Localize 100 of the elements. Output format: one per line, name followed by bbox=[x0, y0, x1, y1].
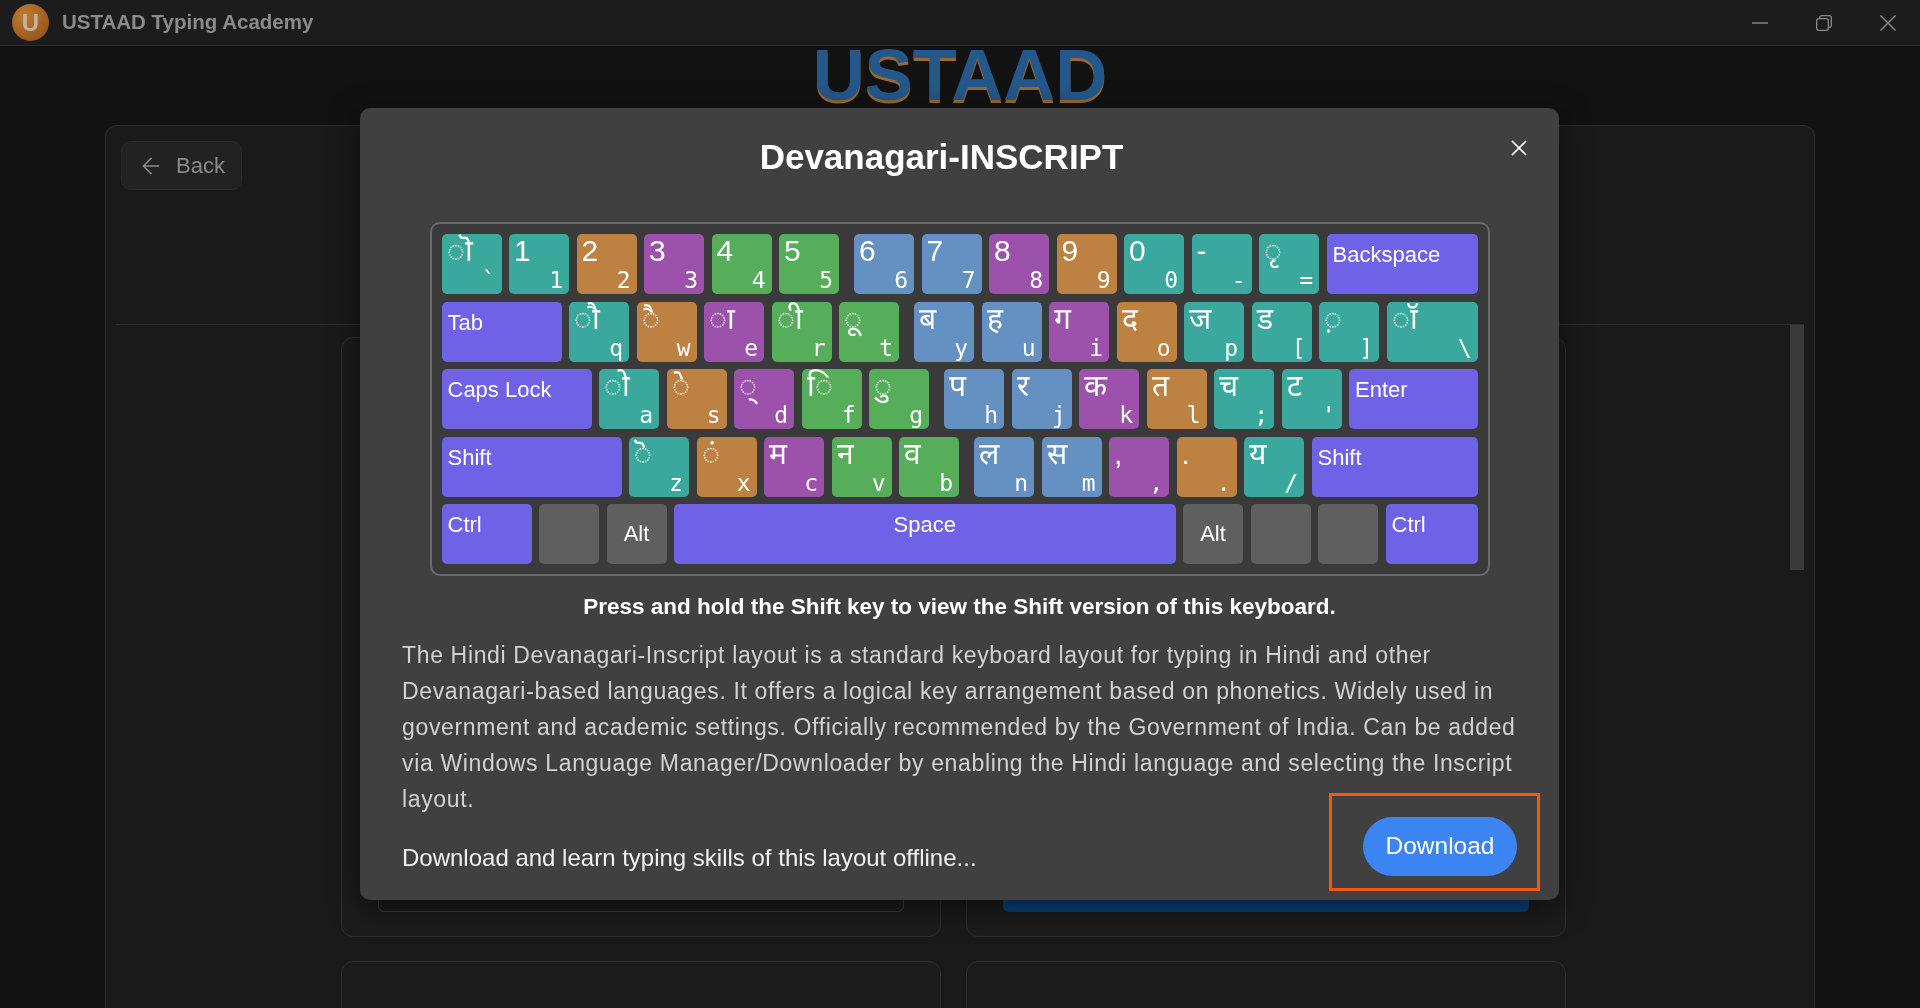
minimize-icon bbox=[1752, 21, 1768, 24]
key-label: Alt bbox=[1200, 521, 1226, 547]
key-glyph: ट bbox=[1286, 369, 1302, 403]
key-label: Enter bbox=[1355, 377, 1408, 403]
key-glyph: 8 bbox=[994, 234, 1011, 268]
key-letter: = bbox=[1299, 268, 1313, 292]
key-label: Tab bbox=[447, 309, 483, 336]
key-glyph: प bbox=[949, 369, 966, 403]
app-logo: U bbox=[12, 4, 49, 41]
key-letter: / bbox=[1284, 470, 1298, 495]
key-glyph: ◌ू bbox=[844, 301, 862, 336]
action-button[interactable] bbox=[1002, 900, 1529, 912]
key-glyph: ◌ु bbox=[874, 369, 892, 403]
key-letter: h bbox=[984, 403, 998, 427]
download-button[interactable]: Download bbox=[1363, 817, 1517, 876]
key-glyph: ◌े bbox=[671, 369, 690, 403]
key-glyph: न bbox=[836, 436, 854, 471]
key-letter: 3 bbox=[684, 268, 698, 292]
key-letter: 8 bbox=[1029, 268, 1043, 292]
key-letter: n bbox=[1014, 470, 1028, 495]
key-letter: y bbox=[954, 335, 968, 360]
key-glyph: 9 bbox=[1061, 234, 1079, 268]
key-letter: 2 bbox=[616, 268, 631, 292]
key-letter: v bbox=[871, 470, 886, 495]
key-glyph: ◌ा bbox=[709, 301, 735, 336]
key-letter: f bbox=[841, 403, 856, 427]
key-glyph: द bbox=[1121, 301, 1138, 336]
key-glyph: ◌ि bbox=[806, 369, 833, 403]
key-letter: l bbox=[1186, 403, 1201, 427]
key-letter: a bbox=[639, 403, 653, 427]
close-icon bbox=[1880, 14, 1896, 31]
key-letter: q bbox=[609, 335, 623, 360]
key-letter: m bbox=[1081, 470, 1096, 495]
key-glyph: 6 bbox=[859, 234, 876, 268]
brand-logo: USTAAD bbox=[812, 46, 1108, 104]
key-letter: 4 bbox=[751, 268, 766, 292]
key-letter: p bbox=[1224, 335, 1238, 360]
key-letter: [ bbox=[1291, 335, 1306, 360]
key-glyph: ज bbox=[1189, 301, 1211, 336]
key-letter: o bbox=[1156, 335, 1171, 360]
key-letter: b bbox=[939, 470, 953, 495]
key-label: Ctrl bbox=[447, 512, 482, 538]
key-letter: 1 bbox=[549, 268, 563, 292]
key-glyph: ◌ो bbox=[604, 369, 630, 403]
key-label: Space bbox=[893, 512, 956, 538]
key-glyph: 2 bbox=[581, 234, 599, 268]
key-glyph: स bbox=[1046, 436, 1067, 471]
key-label: Backspace bbox=[1332, 242, 1441, 268]
key-glyph: ◌ं bbox=[701, 436, 720, 471]
key-letter: z bbox=[669, 470, 683, 495]
key-glyph: , bbox=[1114, 436, 1123, 471]
key-glyph: ग bbox=[1054, 301, 1071, 336]
key-glyph: ◌ी bbox=[776, 301, 803, 336]
key-letter: 9 bbox=[1096, 268, 1111, 292]
key-glyph: ◌ौ bbox=[574, 301, 600, 336]
key-glyph: म bbox=[769, 436, 787, 471]
key-glyph: ◌ॆ bbox=[634, 436, 652, 471]
key-letter: g bbox=[909, 403, 923, 427]
key-label: Caps Lock bbox=[447, 377, 552, 403]
key-letter: - bbox=[1231, 268, 1246, 292]
key-letter: j bbox=[1051, 403, 1066, 427]
key-glyph: य bbox=[1249, 436, 1266, 471]
key-letter: u bbox=[1021, 335, 1036, 360]
offline-note: Download and learn typing skills of this layout offline... bbox=[402, 843, 977, 873]
key-glyph: 5 bbox=[784, 234, 801, 268]
key-glyph: 3 bbox=[649, 234, 666, 268]
key-letter: ' bbox=[1321, 403, 1336, 427]
key-letter: c bbox=[804, 470, 818, 495]
key-letter: 5 bbox=[819, 268, 833, 292]
key-letter: s bbox=[706, 403, 721, 427]
key-glyph: च bbox=[1219, 369, 1238, 403]
key-glyph: त bbox=[1151, 369, 1169, 403]
key-glyph: ◌ॉ bbox=[1391, 301, 1418, 336]
key-letter: i bbox=[1089, 335, 1103, 360]
window-title: USTAAD Typing Academy bbox=[62, 9, 314, 36]
key-glyph: ल bbox=[979, 436, 999, 471]
key-letter: 7 bbox=[961, 268, 976, 292]
key-glyph: 4 bbox=[716, 234, 734, 268]
key-glyph: र bbox=[1016, 369, 1029, 403]
key-letter: t bbox=[879, 335, 893, 360]
key-glyph: ◌़ bbox=[1324, 301, 1342, 336]
key-glyph: ◌ै bbox=[641, 301, 660, 336]
restore-icon bbox=[1816, 14, 1832, 31]
key-label: Shift bbox=[1317, 444, 1362, 471]
scrollbar[interactable] bbox=[1790, 325, 1804, 570]
key-glyph: ◌् bbox=[739, 369, 757, 403]
key-letter: w bbox=[676, 335, 691, 360]
key-letter: , bbox=[1149, 470, 1163, 495]
key-label: Shift bbox=[447, 444, 492, 471]
key-glyph: क bbox=[1084, 369, 1107, 403]
key-letter: x bbox=[736, 470, 751, 495]
key-letter: e bbox=[744, 335, 758, 360]
key-letter: ] bbox=[1359, 335, 1373, 360]
key-glyph: ह bbox=[986, 301, 1003, 336]
back-button[interactable]: Back bbox=[121, 141, 242, 190]
key-letter: r bbox=[811, 335, 826, 360]
key-glyph: 7 bbox=[926, 234, 944, 268]
key-glyph: व bbox=[904, 436, 921, 471]
key-glyph: 1 bbox=[514, 234, 531, 268]
key-letter: 0 bbox=[1164, 268, 1178, 292]
